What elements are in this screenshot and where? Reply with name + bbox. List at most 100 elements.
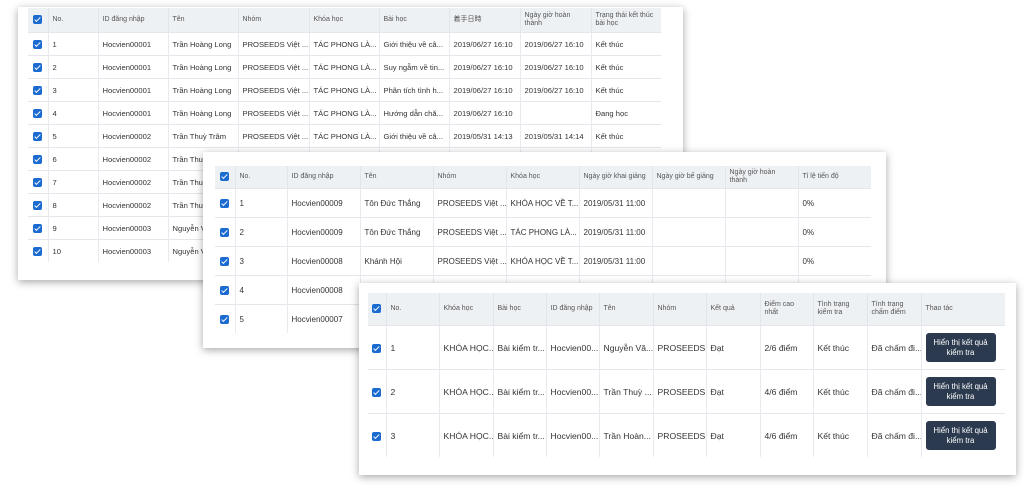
- row-checkbox[interactable]: [33, 62, 43, 72]
- column-header[interactable]: Tên: [599, 293, 654, 326]
- table-cell: KHÓA HỌC VỀ T...: [506, 188, 580, 218]
- table-cell: Hocvien00001: [98, 101, 169, 125]
- column-header[interactable]: Ngày giờ hoàn thành: [520, 8, 592, 33]
- column-header[interactable]: Bài học: [493, 293, 547, 326]
- column-header[interactable]: Ngày giờ bế giảng: [652, 166, 726, 189]
- table-row[interactable]: 2 KHÓA HỌC... Bài kiểm tr... Hocvien00... Tr…: [368, 369, 1005, 414]
- table-cell: 3: [386, 413, 440, 457]
- column-header[interactable]: ID đăng nhập: [546, 293, 600, 326]
- table-cell: PROSEEDS Việt ...: [433, 188, 507, 218]
- column-header[interactable]: Tên: [168, 8, 239, 33]
- table-cell: PROSEEDS Việt ...: [433, 217, 507, 247]
- table-cell: Kết thúc: [591, 32, 661, 56]
- column-header[interactable]: Thao tác: [921, 293, 1005, 326]
- column-header[interactable]: Khóa học: [506, 166, 580, 189]
- table-cell: 3: [48, 78, 99, 102]
- select-all-checkbox[interactable]: [372, 304, 382, 314]
- row-checkbox[interactable]: [33, 85, 43, 95]
- column-header[interactable]: ID đăng nhập: [287, 166, 361, 189]
- table-cell: KHÓA HỌC...: [439, 325, 494, 370]
- row-checkbox[interactable]: [372, 431, 382, 441]
- column-header[interactable]: Khóa học: [439, 293, 494, 326]
- table-cell: Giới thiệu về câ...: [379, 32, 450, 56]
- row-checkbox[interactable]: [220, 314, 230, 324]
- table-cell: Hocvien00007: [287, 304, 361, 333]
- column-header[interactable]: Khóa học: [309, 8, 380, 33]
- row-checkbox[interactable]: [33, 108, 43, 118]
- row-checkbox[interactable]: [372, 343, 382, 353]
- table-row[interactable]: 3 Hocvien00008 Khánh Hội PROSEEDS Việt ... K…: [215, 246, 871, 276]
- row-checkbox[interactable]: [220, 198, 230, 208]
- column-header[interactable]: No.: [235, 166, 288, 189]
- column-header[interactable]: Trạng thái kết thúc bài học: [591, 8, 661, 33]
- row-checkbox-cell: [28, 193, 49, 217]
- table-row[interactable]: 1 Hocvien00009 Tôn Đức Thắng PROSEEDS Việt …: [215, 188, 871, 218]
- table-row[interactable]: 2 Hocvien00001 Trần Hoàng Long PROSEEDS Việ…: [28, 55, 661, 79]
- table-cell: Hocvien00003: [98, 239, 169, 262]
- row-checkbox-cell: [368, 369, 387, 414]
- table-cell: PROSEEDS ...: [653, 369, 707, 414]
- column-header[interactable]: 着手日時: [449, 8, 521, 33]
- show-test-result-button[interactable]: Hiển thị kết quả kiểm tra: [925, 376, 996, 407]
- column-header[interactable]: Ngày giờ khai giảng: [579, 166, 653, 189]
- row-checkbox[interactable]: [33, 39, 43, 49]
- column-header[interactable]: Tình trạng chấm điểm: [867, 293, 922, 326]
- row-checkbox[interactable]: [220, 256, 230, 266]
- row-checkbox[interactable]: [33, 154, 43, 164]
- table-cell: Hocvien00008: [287, 275, 361, 305]
- row-checkbox[interactable]: [220, 227, 230, 237]
- column-header[interactable]: Nhóm: [238, 8, 310, 33]
- column-header[interactable]: No.: [48, 8, 99, 33]
- table-row[interactable]: 5 Hocvien00002 Trần Thuỳ Trâm PROSEEDS Việt…: [28, 124, 661, 148]
- table-cell: 5: [48, 124, 99, 148]
- column-header[interactable]: Nhóm: [433, 166, 507, 189]
- table-cell: Đã chấm đi...: [867, 413, 922, 457]
- action-cell: Hiển thị kết quả kiểm tra: [921, 325, 1005, 370]
- row-checkbox[interactable]: [33, 131, 43, 141]
- column-header[interactable]: No.: [386, 293, 440, 326]
- row-checkbox[interactable]: [33, 246, 43, 256]
- column-header[interactable]: ID đăng nhập: [98, 8, 169, 33]
- row-checkbox[interactable]: [33, 223, 43, 233]
- table-cell: PROSEEDS Việt ...: [238, 32, 310, 56]
- table-cell: TÁC PHONG LÀ...: [309, 124, 380, 148]
- table-row[interactable]: 4 Hocvien00001 Trần Hoàng Long PROSEEDS Việ…: [28, 101, 661, 125]
- table-cell: 4/6 điểm: [760, 413, 814, 457]
- column-header[interactable]: Kết quả: [706, 293, 761, 326]
- table-cell: PROSEEDS Việt ...: [238, 101, 310, 125]
- table-row[interactable]: 1 Hocvien00001 Trần Hoàng Long PROSEEDS Việ…: [28, 32, 661, 56]
- column-header[interactable]: Nhóm: [653, 293, 707, 326]
- column-header[interactable]: Tình trạng kiểm tra: [813, 293, 868, 326]
- column-header[interactable]: Điểm cao nhất: [760, 293, 814, 326]
- row-checkbox[interactable]: [220, 285, 230, 295]
- row-checkbox[interactable]: [372, 387, 382, 397]
- row-checkbox-cell: [28, 55, 49, 79]
- table-cell: Hocvien00001: [98, 78, 169, 102]
- row-checkbox[interactable]: [33, 177, 43, 187]
- row-checkbox[interactable]: [33, 200, 43, 210]
- table-row[interactable]: 1 KHÓA HỌC... Bài kiểm tr... Hocvien00... Ng…: [368, 325, 1005, 370]
- test-results-table: No. Khóa học Bài học ID đăng nhập Tên Nhóm Kết…: [368, 293, 1005, 457]
- table-cell: Tôn Đức Thắng: [360, 188, 434, 218]
- table-cell: 0%: [798, 246, 871, 276]
- table-cell: 2: [235, 217, 288, 247]
- table-cell: Hocvien00009: [287, 188, 361, 218]
- table-cell: 2019/05/31 11:00: [579, 188, 653, 218]
- select-all-checkbox[interactable]: [33, 15, 43, 25]
- table-cell: PROSEEDS ...: [653, 413, 707, 457]
- table-cell: 1: [48, 32, 99, 56]
- action-cell: Hiển thị kết quả kiểm tra: [921, 369, 1005, 414]
- row-checkbox-cell: [28, 101, 49, 125]
- table-row[interactable]: 2 Hocvien00009 Tôn Đức Thắng PROSEEDS Việt …: [215, 217, 871, 247]
- column-header[interactable]: Tỉ lệ tiến độ: [798, 166, 871, 189]
- table-row[interactable]: 3 Hocvien00001 Trần Hoàng Long PROSEEDS Việ…: [28, 78, 661, 102]
- column-header[interactable]: Ngày giờ hoàn thành: [725, 166, 799, 189]
- table-cell: 1: [386, 325, 440, 370]
- table-row[interactable]: 3 KHÓA HỌC... Bài kiểm tr... Hocvien00... Tr…: [368, 413, 1005, 457]
- table-cell: Đạt: [706, 369, 761, 414]
- select-all-checkbox[interactable]: [220, 172, 230, 182]
- show-test-result-button[interactable]: Hiển thị kết quả kiểm tra: [925, 332, 996, 363]
- show-test-result-button[interactable]: Hiển thị kết quả kiểm tra: [925, 420, 996, 451]
- column-header[interactable]: Tên: [360, 166, 434, 189]
- column-header[interactable]: Bài học: [379, 8, 450, 33]
